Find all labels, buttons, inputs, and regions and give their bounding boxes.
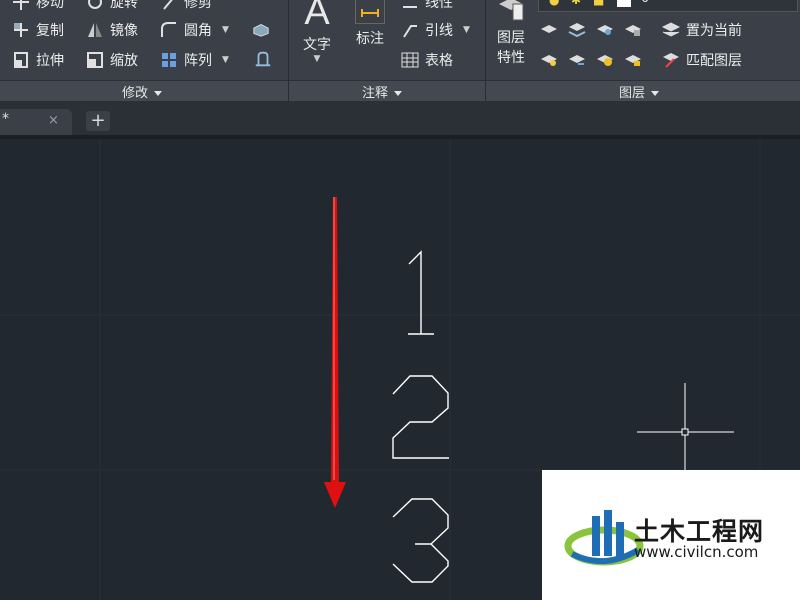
layer-walk-icon[interactable] xyxy=(540,50,558,68)
offset-button[interactable] xyxy=(254,50,278,68)
sun-icon: ✱ xyxy=(571,0,582,7)
move-icon xyxy=(12,0,30,11)
mirror-button[interactable]: 镜像 xyxy=(86,20,138,40)
layer-change-icon[interactable] xyxy=(568,50,586,68)
layer-dropdown[interactable]: ● ✱ ■ 0 xyxy=(538,0,798,12)
layer-properties-icon xyxy=(497,0,525,26)
trim-icon xyxy=(160,0,178,11)
linear-icon xyxy=(401,0,419,11)
explode-button[interactable] xyxy=(252,20,276,38)
fillet-button[interactable]: 圆角 ▼ xyxy=(160,20,229,40)
chevron-down-icon xyxy=(154,91,163,96)
layer-thaw-icon[interactable] xyxy=(596,50,614,68)
close-icon[interactable]: × xyxy=(48,113,59,128)
layer-isolate-icon[interactable] xyxy=(568,20,586,38)
text-dropdown-icon[interactable]: ▼ xyxy=(314,54,321,64)
layer-off-icon[interactable] xyxy=(540,20,558,38)
layers-panel-title[interactable]: 图层 xyxy=(619,82,660,101)
match-layer-icon xyxy=(662,51,680,69)
dimension-button[interactable]: 标注 xyxy=(355,0,385,48)
down-arrow xyxy=(324,197,346,508)
leader-dropdown-icon[interactable]: ▼ xyxy=(463,25,470,35)
array-button[interactable]: 阵列 ▼ xyxy=(160,50,229,70)
layer-properties-button[interactable]: 图层特性 xyxy=(496,0,526,68)
digit-three xyxy=(392,498,449,583)
annotation-panel-title[interactable]: 注释 xyxy=(362,82,403,101)
rotate-icon xyxy=(86,0,104,11)
chevron-down-icon xyxy=(394,91,403,96)
table-icon xyxy=(401,51,419,69)
digit-one xyxy=(408,250,434,335)
new-tab-button[interactable]: + xyxy=(86,111,110,131)
text-icon: A xyxy=(304,0,330,33)
ribbon: 移动 旋转 修剪 复制 镜像 圆角 ▼ 拉伸 缩放 阵列 ▼ A 文字 ▼ 标注… xyxy=(0,0,800,102)
offset-icon xyxy=(254,50,272,68)
tab-label: * xyxy=(2,111,9,127)
array-dropdown-icon[interactable]: ▼ xyxy=(222,55,229,65)
copy-button[interactable]: 复制 xyxy=(12,20,64,40)
lock-icon: ■ xyxy=(593,0,605,7)
rotate-button[interactable]: 旋转 xyxy=(86,0,138,12)
table-button[interactable]: 表格 xyxy=(401,50,453,70)
copy-icon xyxy=(12,21,30,39)
leader-button[interactable]: 引线 ▼ xyxy=(401,20,470,40)
layer-unlock-icon[interactable] xyxy=(624,50,642,68)
file-tab-bar: * × + xyxy=(0,101,800,135)
linear-button[interactable]: 线性 xyxy=(401,0,453,12)
bulb-icon: ● xyxy=(549,0,560,7)
panel-separator xyxy=(485,80,486,101)
match-layer-button[interactable]: 匹配图层 xyxy=(662,50,742,70)
layer-tool-row-2 xyxy=(540,50,642,68)
layer-freeze-icon[interactable] xyxy=(596,20,614,38)
text-button[interactable]: A 文字 ▼ xyxy=(303,0,331,64)
set-current-button[interactable]: 置为当前 xyxy=(662,20,742,40)
crosshair-cursor xyxy=(637,383,734,470)
fillet-icon xyxy=(160,21,178,39)
layer-lock-icon[interactable] xyxy=(624,20,642,38)
set-current-icon xyxy=(662,21,680,39)
panel-separator xyxy=(288,80,289,101)
digit-two xyxy=(392,375,449,459)
chevron-down-icon xyxy=(651,91,660,96)
civilcn-logo xyxy=(564,510,644,566)
stretch-icon xyxy=(12,51,30,69)
layer-color-swatch xyxy=(617,0,631,7)
watermark-url: www.civilcn.com xyxy=(634,543,759,561)
scale-icon xyxy=(86,51,104,69)
mirror-icon xyxy=(86,21,104,39)
leader-icon xyxy=(401,21,419,39)
stretch-button[interactable]: 拉伸 xyxy=(12,50,64,70)
scale-button[interactable]: 缩放 xyxy=(86,50,138,70)
layer-properties-label: 图层特性 xyxy=(497,30,525,66)
trim-button[interactable]: 修剪 xyxy=(160,0,212,12)
solid-edit-icon xyxy=(252,20,270,38)
move-button[interactable]: 移动 xyxy=(12,0,64,12)
dimension-icon xyxy=(355,0,385,24)
fillet-dropdown-icon[interactable]: ▼ xyxy=(222,25,229,35)
modify-panel-title[interactable]: 修改 xyxy=(122,82,163,101)
watermark: 土木工程网 www.civilcn.com xyxy=(542,470,800,600)
array-icon xyxy=(160,51,178,69)
drawing-tab[interactable]: * × xyxy=(0,109,72,135)
layer-tool-row-1 xyxy=(540,20,642,38)
